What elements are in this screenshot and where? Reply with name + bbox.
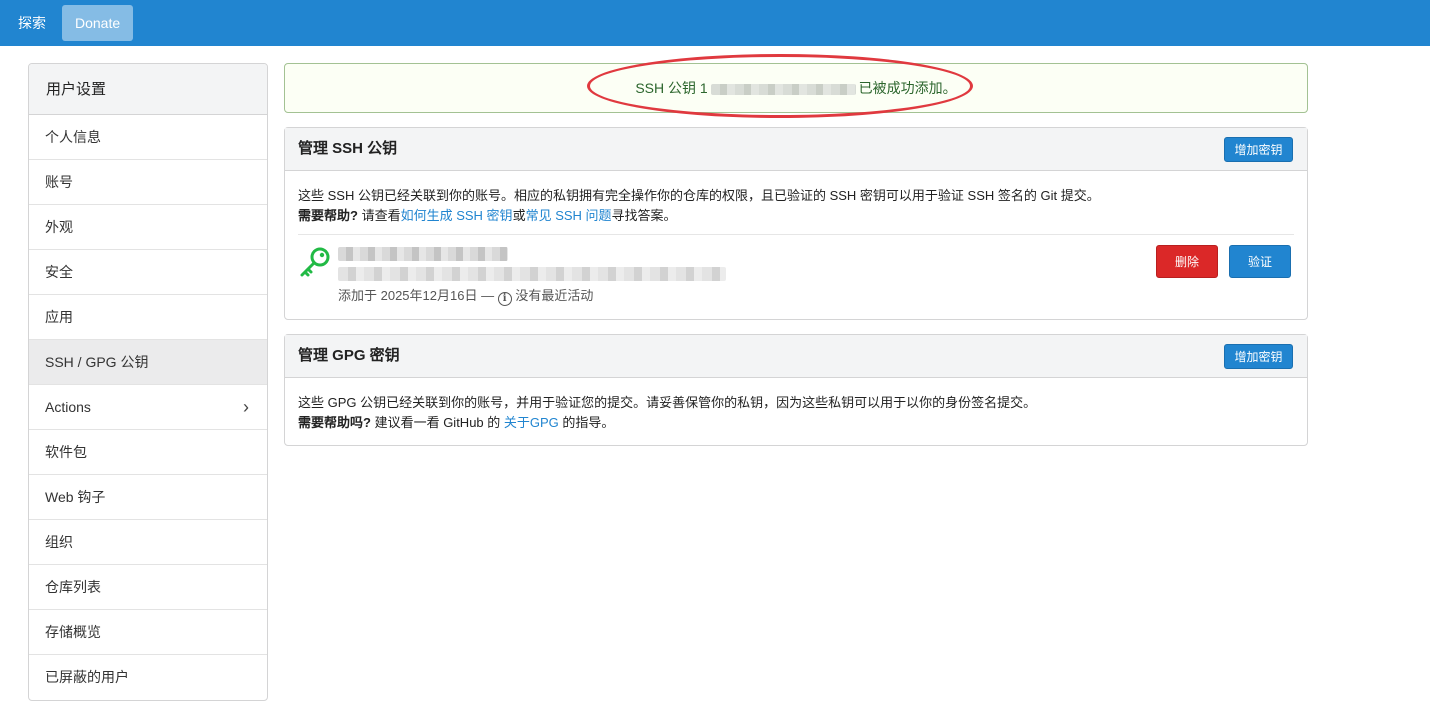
key-activity: 没有最近活动 — [515, 288, 594, 303]
sidebar-item-label: 仓库列表 — [45, 579, 101, 595]
sidebar-item-label: 安全 — [45, 264, 73, 280]
key-meta: 添加于 2025年12月16日 — i 没有最近活动 — [338, 287, 593, 306]
sidebar-item-blocked-users[interactable]: 已屏蔽的用户 — [29, 655, 267, 700]
chevron-right-icon: › — [243, 397, 249, 417]
key-icon — [300, 247, 330, 277]
sidebar-item-webhooks[interactable]: Web 钩子 — [29, 475, 267, 520]
sidebar-item-appearance[interactable]: 外观 — [29, 205, 267, 250]
success-flash-message: SSH 公钥 1 已被成功添加。 — [284, 54, 1308, 118]
redacted-key-name — [710, 83, 856, 95]
help-label: 需要帮助? — [298, 208, 358, 223]
ssh-panel-header: 管理 SSH 公钥 增加密钥 — [285, 128, 1307, 171]
ssh-faq-link[interactable]: 常见 SSH 问题 — [526, 208, 612, 223]
sidebar-item-label: SSH / GPG 公钥 — [45, 354, 149, 370]
flash-suffix: 已被成功添加。 — [858, 80, 957, 96]
sidebar-item-security[interactable]: 安全 — [29, 250, 267, 295]
sidebar-item-ssh-gpg-keys[interactable]: SSH / GPG 公钥 — [29, 340, 267, 385]
sidebar-item-label: 软件包 — [45, 444, 87, 460]
add-gpg-key-button[interactable]: 增加密钥 — [1224, 344, 1293, 369]
help-pre-text: 请查看 — [361, 208, 401, 223]
redacted-key-fingerprint — [338, 267, 726, 281]
about-gpg-link[interactable]: 关于GPG — [504, 415, 559, 430]
sidebar-item-label: 账号 — [45, 174, 73, 190]
sidebar-item-label: 个人信息 — [45, 129, 101, 145]
donate-button[interactable]: Donate — [62, 5, 134, 41]
sidebar-item-profile[interactable]: 个人信息 — [29, 115, 267, 160]
sidebar-item-label: Web 钩子 — [45, 489, 106, 505]
redacted-key-title — [338, 247, 508, 261]
help-post-text: 的指导。 — [562, 415, 615, 430]
ssh-help-line: 需要帮助? 请查看如何生成 SSH 密钥或常见 SSH 问题寻找答案。 — [298, 206, 1294, 226]
sidebar-item-repositories[interactable]: 仓库列表 — [29, 565, 267, 610]
sidebar-item-applications[interactable]: 应用 — [29, 295, 267, 340]
sidebar-item-storage-overview[interactable]: 存储概览 — [29, 610, 267, 655]
sidebar-item-label: 组织 — [45, 534, 73, 550]
delete-key-button[interactable]: 删除 — [1156, 245, 1218, 278]
gpg-keys-panel: 管理 GPG 密钥 增加密钥 这些 GPG 公钥已经关联到你的账号，并用于验证您… — [284, 334, 1308, 446]
help-or-text: 或 — [512, 208, 526, 223]
gpg-help-line: 需要帮助吗? 建议看一看 GitHub 的 关于GPG 的指导。 — [298, 413, 1294, 433]
sidebar-item-label: 已屏蔽的用户 — [45, 669, 129, 685]
verify-key-button[interactable]: 验证 — [1229, 245, 1291, 278]
help-label: 需要帮助吗? — [298, 415, 371, 430]
ssh-panel-title: 管理 SSH 公钥 — [298, 140, 398, 157]
key-added-date: 添加于 2025年12月16日 — — [338, 288, 495, 303]
ssh-key-item: 添加于 2025年12月16日 — i 没有最近活动 删除 验证 — [298, 234, 1294, 314]
flash-prefix: SSH 公钥 1 — [635, 80, 708, 96]
gpg-desc-line: 这些 GPG 公钥已经关联到你的账号，并用于验证您的提交。请妥善保管你的私钥，因… — [298, 395, 1037, 410]
top-navbar: 探索 Donate — [0, 0, 1430, 46]
ssh-keys-panel: 管理 SSH 公钥 增加密钥 这些 SSH 公钥已经关联到你的账号。相应的私钥拥… — [284, 127, 1308, 320]
gpg-panel-title: 管理 GPG 密钥 — [298, 347, 400, 364]
sidebar-item-packages[interactable]: 软件包 — [29, 430, 267, 475]
help-pre-text: 建议看一看 GitHub 的 — [374, 415, 501, 430]
sidebar-item-label: 外观 — [45, 219, 73, 235]
generate-ssh-key-link[interactable]: 如何生成 SSH 密钥 — [401, 208, 513, 223]
gpg-description: 这些 GPG 公钥已经关联到你的账号，并用于验证您的提交。请妥善保管你的私钥，因… — [285, 378, 1307, 433]
ssh-description: 这些 SSH 公钥已经关联到你的账号。相应的私钥拥有完全操作你的仓库的权限，且已… — [285, 171, 1307, 226]
info-icon: i — [497, 292, 512, 306]
ssh-desc-line: 这些 SSH 公钥已经关联到你的账号。相应的私钥拥有完全操作你的仓库的权限，且已… — [298, 188, 1100, 203]
flash-text: SSH 公钥 1 已被成功添加。 — [285, 64, 1307, 112]
sidebar-item-label: Actions — [45, 399, 91, 415]
sidebar-item-label: 存储概览 — [45, 624, 101, 640]
add-ssh-key-button[interactable]: 增加密钥 — [1224, 137, 1293, 162]
sidebar-heading: 用户设置 — [29, 64, 267, 115]
gpg-panel-header: 管理 GPG 密钥 增加密钥 — [285, 335, 1307, 378]
settings-sidebar: 用户设置 个人信息 账号 外观 安全 应用 SSH / GPG 公钥 Actio… — [28, 63, 268, 701]
help-post-text: 寻找答案。 — [611, 208, 677, 223]
sidebar-item-account[interactable]: 账号 — [29, 160, 267, 205]
explore-link[interactable]: 探索 — [8, 5, 56, 41]
sidebar-item-organizations[interactable]: 组织 — [29, 520, 267, 565]
sidebar-item-label: 应用 — [45, 309, 73, 325]
sidebar-item-actions[interactable]: Actions › — [29, 385, 267, 430]
